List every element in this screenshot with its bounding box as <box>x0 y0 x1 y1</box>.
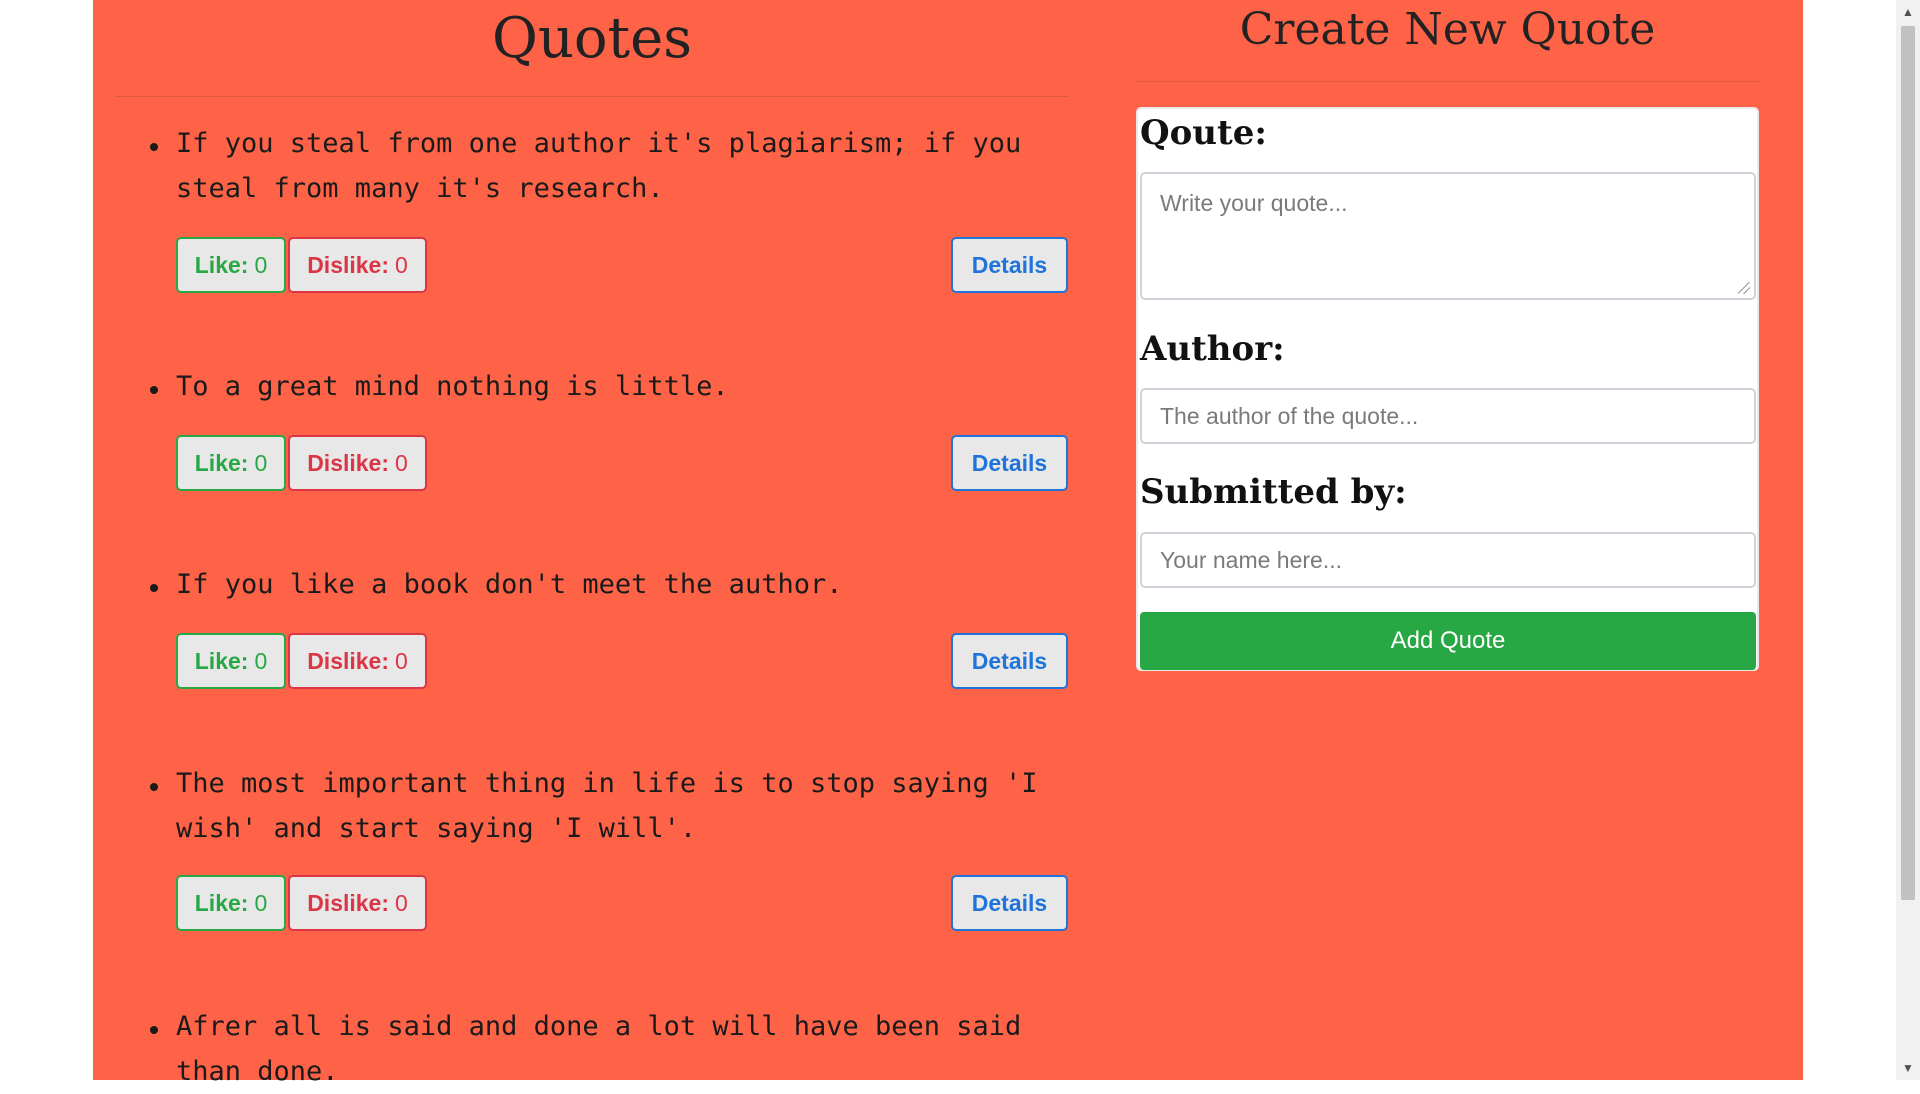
quote-label: Qoute: <box>1140 113 1267 153</box>
quote-text: Afrer all is said and done a lot will ha… <box>176 1011 1022 1087</box>
dislike-label: Dislike: <box>307 889 390 916</box>
like-button[interactable]: Like: 0 <box>176 633 286 689</box>
like-label: Like: <box>194 889 249 916</box>
quote-text: If you steal from one author it's plagia… <box>176 128 1022 204</box>
quotes-title: Quotes <box>491 6 693 71</box>
like-button[interactable]: Like: 0 <box>176 435 286 491</box>
resize-handle-icon[interactable] <box>1738 282 1750 294</box>
dislike-count: 0 <box>395 889 408 916</box>
bullet <box>150 1026 158 1034</box>
quote-text: The most important thing in life is to s… <box>176 768 1038 844</box>
submitted-by-label: Submitted by: <box>1140 472 1407 512</box>
like-count: 0 <box>254 889 268 916</box>
like-label: Like: <box>194 251 249 278</box>
dislike-count: 0 <box>395 647 408 674</box>
bullet <box>150 584 158 592</box>
author-input[interactable] <box>1140 388 1756 444</box>
quote-text: To a great mind nothing is little. <box>176 371 729 402</box>
like-button[interactable]: Like: 0 <box>176 237 286 293</box>
bullet <box>150 783 158 791</box>
dislike-button[interactable]: Dislike: 0 <box>288 435 427 491</box>
scroll-up-icon[interactable]: ▲ <box>1896 0 1920 24</box>
vertical-scrollbar[interactable]: ▲ ▼ <box>1896 0 1920 1080</box>
details-button[interactable]: Details <box>951 875 1068 931</box>
quotes-divider <box>116 96 1068 97</box>
add-quote-button[interactable]: Add Quote <box>1140 612 1756 670</box>
like-count: 0 <box>254 449 268 476</box>
details-button[interactable]: Details <box>951 633 1068 689</box>
scroll-thumb[interactable] <box>1901 26 1915 900</box>
details-button[interactable]: Details <box>951 237 1068 293</box>
dislike-count: 0 <box>395 251 408 278</box>
dislike-label: Dislike: <box>307 449 390 476</box>
dislike-count: 0 <box>395 449 408 476</box>
dislike-button[interactable]: Dislike: 0 <box>288 237 427 293</box>
create-quote-title: Create New Quote <box>1239 4 1656 55</box>
quote-textarea-wrap <box>1140 172 1756 300</box>
dislike-label: Dislike: <box>307 251 390 278</box>
create-divider <box>1136 81 1759 82</box>
bullet <box>150 386 158 394</box>
quote-text: If you like a book don't meet the author… <box>176 569 843 600</box>
dislike-button[interactable]: Dislike: 0 <box>288 633 427 689</box>
scroll-down-icon[interactable]: ▼ <box>1896 1056 1920 1080</box>
main-panel: Quotes If you steal from one author it's… <box>93 0 1803 1087</box>
create-quote-form: Qoute: Author: Submitted by: Add Quote <box>1136 107 1759 671</box>
like-count: 0 <box>254 647 268 674</box>
author-label: Author: <box>1140 329 1285 369</box>
details-button[interactable]: Details <box>951 435 1068 491</box>
dislike-button[interactable]: Dislike: 0 <box>288 875 427 931</box>
like-count: 0 <box>254 251 268 278</box>
like-label: Like: <box>194 647 249 674</box>
like-button[interactable]: Like: 0 <box>176 875 286 931</box>
like-label: Like: <box>194 449 249 476</box>
dislike-label: Dislike: <box>307 647 390 674</box>
submitted-by-input[interactable] <box>1140 532 1756 588</box>
bullet <box>150 143 158 151</box>
quote-textarea[interactable] <box>1140 172 1756 300</box>
